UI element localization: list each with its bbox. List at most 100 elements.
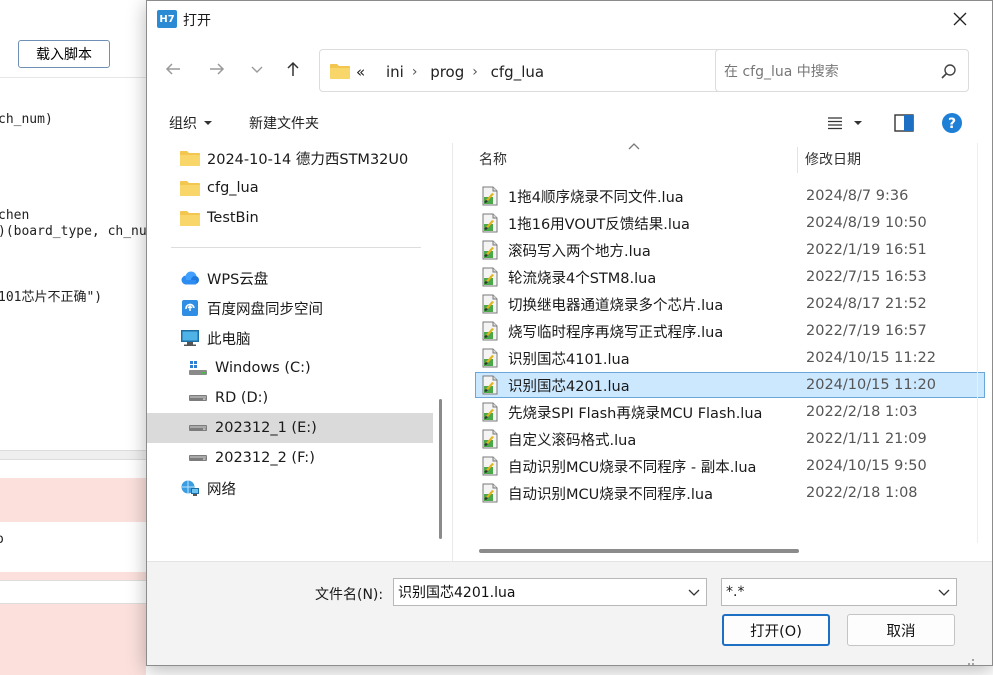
file-modified-date: 2024/8/17 21:52 (806, 296, 927, 312)
file-row[interactable]: 自定义滚码格式.lua 2022/1/11 21:09 (475, 426, 985, 452)
folder-icon (330, 64, 350, 79)
background-input-bar[interactable] (0, 580, 146, 604)
chevron-down-icon (938, 589, 950, 596)
resize-grip-icon[interactable] (963, 654, 975, 666)
baidu-sync-icon (179, 299, 201, 317)
file-modified-date: 2022/1/11 21:09 (806, 431, 927, 447)
column-header-modified[interactable]: 修改日期 (805, 143, 965, 175)
chevron-right-icon[interactable]: › (412, 64, 418, 80)
code-line: 101芯片不正确") (0, 290, 103, 305)
nav-item-folder[interactable]: TestBin (147, 203, 433, 233)
code-line: chen (0, 208, 30, 223)
nav-item-label: 网络 (207, 481, 236, 498)
windows-drive-icon (187, 359, 209, 377)
nav-item-drive-f[interactable]: 202312_2 (F:) (147, 443, 433, 473)
folder-icon (179, 179, 201, 197)
filename-input[interactable] (398, 583, 668, 601)
file-row[interactable]: 1拖16用VOUT反馈结果.lua 2024/8/19 10:50 (475, 210, 985, 236)
breadcrumb-item[interactable]: cfg_lua (491, 63, 544, 81)
preview-pane-icon[interactable] (893, 112, 915, 134)
chevron-down-icon[interactable] (686, 584, 702, 600)
view-options-button[interactable] (827, 111, 871, 135)
nav-item-drive-d[interactable]: RD (D:) (147, 383, 433, 413)
file-row[interactable]: 1拖4顺序烧录不同文件.lua 2024/8/7 9:36 (475, 183, 985, 209)
file-name: 识别国芯4101.lua (508, 351, 630, 368)
file-row[interactable]: 自动识别MCU烧录不同程序 - 副本.lua 2024/10/15 9:50 (475, 453, 985, 479)
column-header-name[interactable]: 名称 (479, 143, 779, 175)
file-name: 烧写临时程序再烧写正式程序.lua (508, 324, 724, 341)
breadcrumb-item[interactable]: ini (386, 63, 404, 81)
breadcrumb-item[interactable]: prog (430, 63, 464, 81)
lua-file-icon (480, 429, 502, 449)
breadcrumb: « ini › prog › cfg_lua (356, 62, 544, 81)
nav-item-label: TestBin (207, 210, 259, 226)
nav-scrollbar[interactable] (439, 399, 442, 539)
horizontal-scrollbar[interactable] (479, 549, 799, 553)
file-row[interactable]: 烧写临时程序再烧写正式程序.lua 2022/7/19 16:57 (475, 318, 985, 344)
chevron-down-icon (251, 66, 263, 73)
lua-file-icon (480, 240, 502, 260)
open-button[interactable]: 打开(O) (722, 614, 830, 646)
background-code-editor[interactable]: ch_num) chen )(board_type, ch_nu 101芯片不正… (0, 100, 147, 450)
file-row[interactable]: 识别国芯4201.lua 2024/10/15 11:20 (475, 372, 985, 398)
file-name: 自动识别MCU烧录不同程序 - 副本.lua (508, 459, 757, 476)
file-row[interactable]: 自动识别MCU烧录不同程序.lua 2022/2/18 1:08 (475, 480, 985, 506)
lua-file-icon (480, 375, 502, 395)
file-row[interactable]: 切换继电器通道烧录多个芯片.lua 2024/8/17 21:52 (475, 291, 985, 317)
file-row[interactable]: 轮流烧录4个STM8.lua 2022/7/15 16:53 (475, 264, 985, 290)
help-icon[interactable]: ? (941, 112, 963, 134)
background-splitter[interactable] (0, 450, 146, 460)
nav-item-this-pc[interactable]: 此电脑 (147, 323, 433, 353)
nav-item-baidu-sync[interactable]: 百度网盘同步空间 (147, 293, 433, 323)
search-box[interactable] (715, 49, 969, 92)
arrow-left-icon (165, 63, 180, 75)
nav-item-label: WPS云盘 (207, 271, 269, 288)
breadcrumb-overflow[interactable]: « (356, 63, 365, 81)
column-divider[interactable] (797, 147, 798, 173)
file-modified-date: 2022/2/18 1:03 (806, 404, 918, 420)
nav-item-label: 此电脑 (207, 331, 251, 348)
nav-divider (171, 247, 421, 248)
open-file-dialog: H7 打开 « ini › prog › cfg_lua 在 cfg_lua 中… (146, 0, 993, 666)
background-log-text: o (0, 532, 4, 547)
nav-item-folder[interactable]: 2024-10-14 德力西STM32U0 (147, 143, 433, 173)
file-row[interactable]: 识别国芯4101.lua 2024/10/15 11:22 (475, 345, 985, 371)
file-row[interactable]: 先烧录SPI Flash再烧录MCU Flash.lua 2022/2/18 1:… (475, 399, 985, 425)
file-name: 滚码写入两个地方.lua (508, 243, 651, 260)
filename-combobox[interactable] (393, 578, 707, 606)
organize-menu-button[interactable]: 组织 (169, 113, 213, 133)
back-button[interactable] (159, 55, 187, 83)
nav-item-drive-e[interactable]: 202312_1 (E:) (147, 413, 433, 443)
file-modified-date: 2022/7/19 16:57 (806, 323, 927, 339)
file-row[interactable]: 滚码写入两个地方.lua 2022/1/19 16:51 (475, 237, 985, 263)
search-icon[interactable] (938, 61, 960, 83)
up-button[interactable] (279, 55, 307, 83)
file-name: 1拖4顺序烧录不同文件.lua (508, 189, 684, 206)
nav-item-label: 百度网盘同步空间 (207, 301, 323, 318)
caret-down-icon (854, 121, 862, 125)
nav-item-drive-c[interactable]: Windows (C:) (147, 353, 433, 383)
nav-item-wps-cloud[interactable]: WPS云盘 (147, 263, 433, 293)
search-input[interactable] (724, 62, 924, 82)
chevron-right-icon[interactable]: › (472, 64, 478, 80)
recent-locations-button[interactable] (243, 55, 271, 83)
organize-label: 组织 (169, 116, 197, 132)
arrow-right-icon (210, 63, 225, 75)
close-icon (953, 12, 967, 26)
filetype-select[interactable]: *.* (721, 578, 957, 606)
svg-text:?: ? (948, 116, 956, 132)
new-folder-button[interactable]: 新建文件夹 (249, 113, 319, 133)
nav-item-folder[interactable]: cfg_lua (147, 173, 433, 203)
file-name: 识别国芯4201.lua (508, 378, 630, 395)
nav-item-network[interactable]: 网络 (147, 473, 433, 503)
list-view-icon (828, 117, 842, 130)
lua-file-icon (480, 294, 502, 314)
computer-icon (179, 329, 201, 347)
forward-button[interactable] (203, 55, 231, 83)
pane-splitter[interactable] (452, 143, 453, 561)
lua-file-icon (480, 402, 502, 422)
cancel-button[interactable]: 取消 (847, 614, 955, 646)
close-button[interactable] (945, 5, 975, 33)
dialog-titlebar[interactable]: H7 打开 (147, 1, 992, 37)
load-script-button[interactable]: 载入脚本 (18, 40, 110, 68)
